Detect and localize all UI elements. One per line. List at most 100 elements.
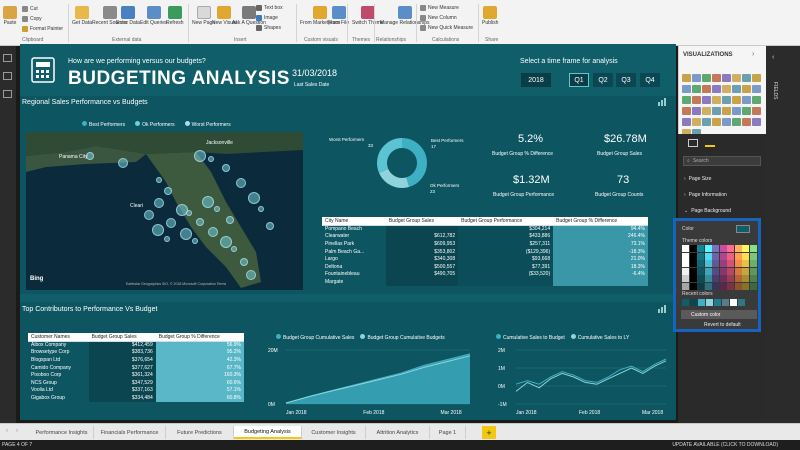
visual-type-icon[interactable] (702, 85, 711, 93)
paint-roller-icon[interactable] (705, 139, 715, 147)
image-button[interactable]: Image (256, 15, 278, 21)
color-swatch[interactable] (712, 267, 719, 275)
chevron-right-icon[interactable]: › (752, 51, 754, 58)
color-swatch[interactable] (682, 267, 689, 275)
color-swatch[interactable] (742, 245, 749, 252)
color-swatch[interactable] (727, 267, 734, 275)
add-page-icon[interactable]: + (482, 426, 496, 439)
visual-type-icon[interactable] (752, 85, 761, 93)
col-sales[interactable]: Budget Group Sales (385, 217, 459, 226)
color-swatch[interactable] (734, 275, 742, 282)
city-table[interactable]: City Name Budget Group Sales Budget Grou… (322, 217, 648, 286)
color-dropdown[interactable] (736, 225, 750, 233)
legend-worst[interactable]: Worst Performers (184, 121, 231, 128)
enter-data-button[interactable]: Enter Data (116, 6, 140, 26)
color-swatch[interactable] (704, 252, 712, 260)
cut-button[interactable]: Cut (22, 6, 38, 12)
quarter-q4[interactable]: Q4 (640, 73, 660, 87)
table-row[interactable]: Fountainebleau $490,705 ($33,520) -6.4% (322, 270, 648, 279)
visual-type-icon[interactable] (722, 85, 731, 93)
color-swatch[interactable] (742, 252, 749, 260)
map-bubble[interactable] (166, 218, 176, 228)
visual-type-icon[interactable] (732, 85, 741, 93)
color-swatch[interactable] (697, 252, 704, 260)
color-swatch[interactable] (682, 252, 689, 260)
visual-type-icon[interactable] (712, 96, 721, 104)
map-bubble[interactable] (214, 206, 220, 212)
fields-pane-collapsed[interactable]: ‹ FIELDS (766, 46, 800, 423)
map-bubble[interactable] (220, 236, 232, 248)
visual-type-icon[interactable] (692, 107, 701, 115)
map-bubble[interactable] (240, 258, 248, 266)
from-file-button[interactable]: From File (328, 6, 349, 26)
visual-type-icon[interactable] (702, 96, 711, 104)
map-bubble[interactable] (180, 228, 192, 240)
shapes-button[interactable]: Shapes (256, 25, 281, 31)
visual-type-icon[interactable] (682, 85, 691, 93)
edit-queries-button[interactable]: Edit Queries (140, 6, 168, 26)
visual-type-icon[interactable] (712, 118, 721, 126)
color-swatch[interactable] (719, 260, 727, 267)
color-swatch[interactable] (749, 267, 757, 275)
color-swatch[interactable] (712, 252, 719, 260)
color-swatch[interactable] (689, 282, 697, 290)
text-box-button[interactable]: Text box (256, 5, 283, 11)
map-bubble[interactable] (202, 196, 214, 208)
refresh-button[interactable]: Refresh (166, 6, 184, 26)
performers-donut[interactable] (374, 135, 430, 191)
visual-type-icon[interactable] (692, 74, 701, 82)
quarter-q1[interactable]: Q1 (569, 73, 589, 87)
visual-type-icon[interactable] (732, 118, 741, 126)
color-swatch[interactable] (719, 245, 727, 252)
color-swatch[interactable] (689, 252, 697, 260)
map-bubble[interactable] (152, 224, 164, 236)
visual-type-icon[interactable] (752, 74, 761, 82)
visual-type-icon[interactable] (682, 107, 691, 115)
table-row[interactable]: Pixoboo Corp $361,324 160.3% (28, 371, 244, 379)
color-swatch[interactable] (689, 260, 697, 267)
series-line-1[interactable] (515, 360, 667, 392)
report-view-icon[interactable] (3, 54, 12, 62)
color-swatch[interactable] (697, 282, 704, 290)
color-swatch[interactable] (734, 267, 742, 275)
publish-button[interactable]: Publish (482, 6, 498, 26)
table-row[interactable]: Largo $340,308 $93,668 21.0% (322, 255, 648, 263)
color-swatch[interactable] (727, 275, 734, 282)
new-column-button[interactable]: New Column (420, 15, 457, 21)
chevron-left-icon[interactable]: ‹ (6, 428, 8, 434)
color-swatch[interactable] (712, 245, 719, 252)
chevron-right-icon[interactable]: › (16, 428, 18, 434)
color-swatch[interactable] (719, 267, 727, 275)
format-painter-button[interactable]: Format Painter (22, 26, 63, 32)
florida-map[interactable]: Panama City Jacksonville Cleari Bing Ear… (26, 132, 303, 290)
sales-to-budget-chart[interactable]: 2M 1M 0M -1M Jan 2018 Feb 2018 Mar 2018 (496, 344, 672, 416)
color-swatch[interactable] (719, 282, 727, 290)
map-bubble[interactable] (248, 192, 260, 204)
quarter-q3[interactable]: Q3 (616, 73, 636, 87)
map-bubble[interactable] (192, 238, 198, 244)
color-swatch[interactable] (734, 245, 742, 252)
quarter-q2[interactable]: Q2 (593, 73, 613, 87)
color-swatch[interactable] (682, 275, 689, 282)
color-swatch[interactable] (742, 275, 749, 282)
paste-button[interactable]: Paste (3, 6, 17, 26)
visual-type-icon[interactable] (742, 118, 751, 126)
visual-type-icon[interactable] (692, 118, 701, 126)
section-page-information[interactable]: › Page Information (684, 192, 727, 198)
recent-color-swatch[interactable] (714, 299, 721, 306)
recent-color-swatch[interactable] (722, 299, 729, 306)
color-swatch[interactable] (719, 252, 727, 260)
copy-button[interactable]: Copy (22, 16, 42, 22)
color-swatch[interactable] (697, 275, 704, 282)
recent-color-swatch[interactable] (690, 299, 697, 306)
map-bubble[interactable] (186, 210, 192, 216)
visual-type-icon[interactable] (752, 96, 761, 104)
chart2-legend-ly[interactable]: Cumulative Sales to LY (570, 334, 629, 341)
map-bubble[interactable] (258, 206, 264, 212)
tab-budgeting-analysis[interactable]: Budgeting Analysis (234, 426, 302, 439)
map-bubble[interactable] (154, 198, 164, 208)
visual-type-icon[interactable] (702, 107, 711, 115)
recent-color-swatch[interactable] (738, 299, 745, 306)
color-swatch[interactable] (719, 275, 727, 282)
tab-financials-performance[interactable]: Financials Performance (94, 426, 166, 439)
